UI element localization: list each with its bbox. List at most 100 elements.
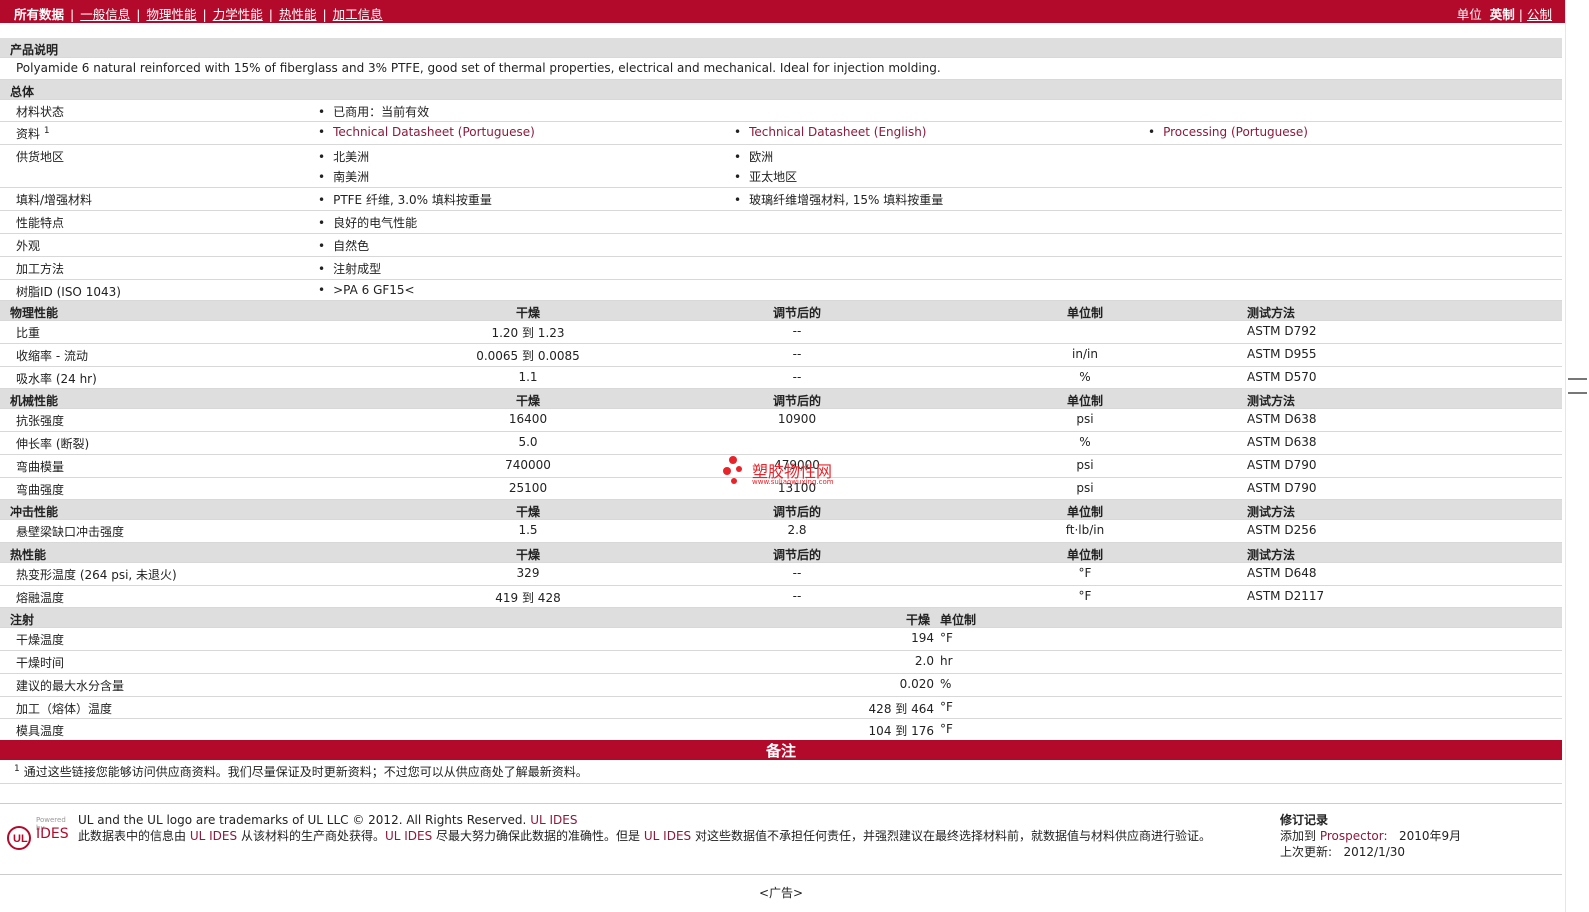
property-label: 收缩率 - 流动 <box>16 349 88 363</box>
property-label: 伸长率 (断裂) <box>16 437 90 451</box>
col-unit: 单位制 <box>1066 306 1104 320</box>
doc-item: Processing (Portuguese) <box>1148 125 1308 139</box>
col-unit: 单位制 <box>1066 505 1104 519</box>
row-label: 性能特点 <box>16 216 65 230</box>
property-label: 弯曲模量 <box>16 460 65 474</box>
disclaimer-text: 对这些数据值不承担任何责任，并强烈建议在最终选择材料前，就数据值与材料供应商进行… <box>694 829 1211 843</box>
property-label: 抗张强度 <box>16 414 65 428</box>
col-dry: 干燥 <box>515 505 541 519</box>
ul-ides-link[interactable]: UL IDES <box>385 829 432 843</box>
col-test-method: 测试方法 <box>1247 394 1296 408</box>
col-unit: 单位制 <box>1066 548 1104 562</box>
conditioned-value: 2.8 <box>787 523 807 537</box>
property-label: 热变形温度 (264 psi, 未退火) <box>16 568 177 582</box>
table-row: 抗张强度 16400 10900 psi ASTM D638 <box>0 409 1562 432</box>
footnote-text: 通过这些链接您能够访问供应商资料。我们尽量保证及时更新资料；不过您可以从供应商处… <box>23 765 588 779</box>
row-label: 材料状态 <box>16 105 65 119</box>
row-value: 南美洲 <box>318 168 369 185</box>
row-value: 注射成型 <box>318 260 381 277</box>
section-header-mechanical: 机械性能 干燥 调节后的 单位制 测试方法 <box>0 389 1562 409</box>
footnote: 1 通过这些链接您能够访问供应商资料。我们尽量保证及时更新资料；不过您可以从供应商… <box>14 763 588 780</box>
col-test-method: 测试方法 <box>1247 505 1296 519</box>
row-label: 资料 1 <box>16 125 50 142</box>
dry-value: 194 <box>911 631 934 645</box>
section-header-description: 产品说明 <box>0 38 1562 58</box>
row-label: 供货地区 <box>16 150 65 164</box>
test-method: ASTM D790 <box>1247 481 1317 495</box>
col-conditioned: 调节后的 <box>772 548 822 562</box>
ul-ides-link[interactable]: UL IDES <box>530 813 577 827</box>
table-row: 悬壁梁缺口冲击强度 1.5 2.8 ft·lb/in ASTM D256 <box>0 520 1562 543</box>
scrollbar-thumb[interactable] <box>1568 378 1587 394</box>
conditioned-value: 10900 <box>777 412 817 426</box>
test-method: ASTM D2117 <box>1247 589 1325 603</box>
vertical-scrollbar[interactable] <box>1565 0 1589 912</box>
ul-ides-logo[interactable]: UL Powered by IDES <box>6 814 76 854</box>
section-title: 产品说明 <box>10 43 59 57</box>
col-test-method: 测试方法 <box>1247 548 1296 562</box>
col-unit: 单位制 <box>940 613 977 627</box>
property-label: 弯曲强度 <box>16 483 65 497</box>
unit-metric[interactable]: 公制 <box>1527 7 1552 22</box>
ul-ides-link[interactable]: UL IDES <box>644 829 691 843</box>
doc-item: Technical Datasheet (Portuguese) <box>318 125 535 139</box>
remarks-title: 备注 <box>765 742 796 760</box>
unit-value: °F <box>1078 566 1092 580</box>
unit-imperial[interactable]: 英制 <box>1490 7 1515 22</box>
tab-thermal[interactable]: 热性能 <box>279 4 317 23</box>
svg-text:UL: UL <box>13 833 28 845</box>
property-label: 干燥温度 <box>16 633 65 647</box>
property-label: 建议的最大水分含量 <box>16 679 125 693</box>
row-value: 北美洲 <box>318 148 369 165</box>
doc-link-tds-english[interactable]: Technical Datasheet (English) <box>749 125 926 139</box>
general-row-features: 性能特点 良好的电气性能 <box>0 211 1562 234</box>
col-unit: 单位制 <box>1066 394 1104 408</box>
unit-value: in/in <box>1072 347 1098 361</box>
separator: | <box>136 7 141 22</box>
dry-value: 1.5 <box>518 523 538 537</box>
unit-value: hr <box>940 654 953 668</box>
dry-value: 2.0 <box>914 654 934 668</box>
col-dry: 干燥 <box>515 394 541 408</box>
watermark: 塑胶物性网 www.suliaowuxing.com <box>722 454 862 490</box>
col-conditioned: 调节后的 <box>772 505 822 519</box>
tab-general-info[interactable]: 一般信息 <box>80 4 130 23</box>
general-row-appearance: 外观 自然色 <box>0 234 1562 257</box>
tab-physical[interactable]: 物理性能 <box>146 4 196 23</box>
doc-link-processing-portuguese[interactable]: Processing (Portuguese) <box>1163 125 1308 139</box>
row-value: 亚太地区 <box>734 168 797 185</box>
tab-mechanical[interactable]: 力学性能 <box>213 4 263 23</box>
property-label: 干燥时间 <box>16 656 65 670</box>
updated-line: 上次更新: 2012/1/30 <box>1280 844 1461 860</box>
row-value: >PA 6 GF15< <box>318 283 415 297</box>
unit-value: °F <box>1078 589 1092 603</box>
dry-value: 0.020 <box>899 677 934 691</box>
dry-value: 740000 <box>505 458 551 472</box>
table-row: 热变形温度 (264 psi, 未退火) 329 -- °F ASTM D648 <box>0 563 1562 586</box>
property-label: 模具温度 <box>16 724 65 738</box>
test-method: ASTM D648 <box>1247 566 1317 580</box>
watermark-dots-icon <box>723 456 742 484</box>
property-label: 熔融温度 <box>16 591 65 605</box>
prospector-link[interactable]: Prospector: <box>1320 829 1388 843</box>
ul-ides-link[interactable]: UL IDES <box>190 829 237 843</box>
unit-value: ft·lb/in <box>1065 523 1105 537</box>
footnote-marker: 1 <box>14 764 20 774</box>
separator: | <box>322 7 327 22</box>
property-label: 吸水率 (24 hr) <box>16 372 97 386</box>
section-title: 机械性能 <box>10 394 59 408</box>
section-title: 物理性能 <box>10 306 59 320</box>
row-label: 外观 <box>16 239 41 253</box>
table-row: 熔融温度 419 到 428 -- °F ASTM D2117 <box>0 586 1562 608</box>
doc-link-tds-portuguese[interactable]: Technical Datasheet (Portuguese) <box>333 125 535 139</box>
section-title: 冲击性能 <box>10 505 59 519</box>
ad-label: <广告> <box>758 886 804 900</box>
table-row: 比重 1.20 到 1.23 -- ASTM D792 <box>0 321 1562 344</box>
general-row-resin-id: 树脂ID (ISO 1043) >PA 6 GF15< <box>0 280 1562 301</box>
section-header-thermal: 热性能 干燥 调节后的 单位制 测试方法 <box>0 543 1562 563</box>
tab-all-data[interactable]: 所有数据 <box>14 4 64 23</box>
table-row: 建议的最大水分含量 0.020 % <box>0 674 1562 697</box>
unit-value: % <box>940 677 952 691</box>
tab-processing[interactable]: 加工信息 <box>333 4 383 23</box>
row-value: 已商用：当前有效 <box>318 103 429 120</box>
